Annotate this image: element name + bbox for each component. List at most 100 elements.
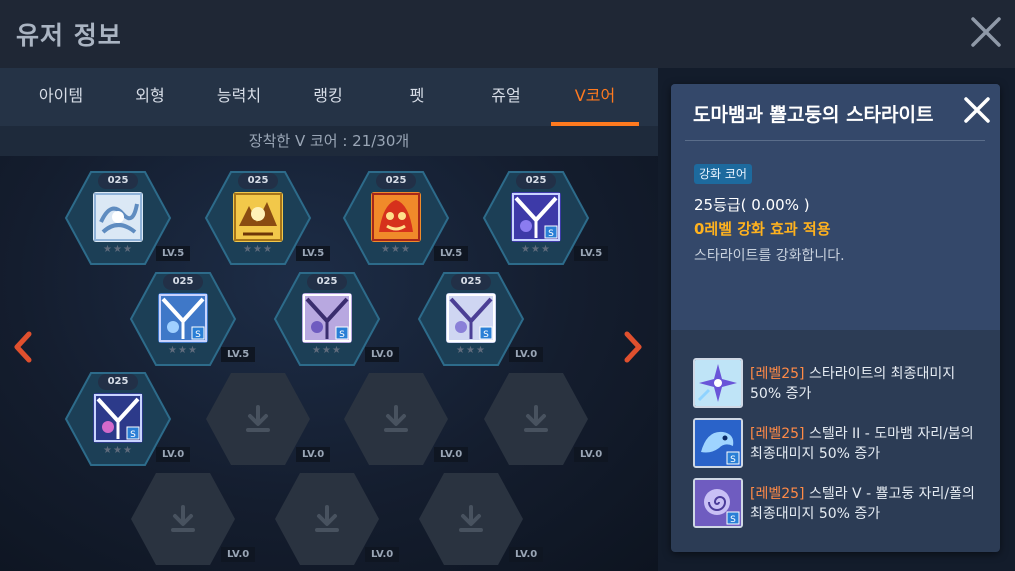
tab-v-core[interactable]: V코어 (551, 68, 639, 126)
level-badge: LV.0 (365, 347, 400, 362)
tab-bar: 아이템 외형 능력치 랭킹 펫 쥬얼 V코어 (0, 68, 658, 126)
core-slot[interactable]: 025 S ★★★ LV.0 (417, 271, 544, 367)
star-rating: ★★★ (103, 244, 133, 255)
download-icon (246, 405, 270, 432)
v-enhance-icon: S (446, 293, 496, 343)
core-slot[interactable]: 025 S ★★★ LV.0 (273, 271, 400, 367)
skill-text: [레벨25] 스타라이트의 최종대미지 50% 증가 (750, 366, 956, 402)
core-slot[interactable]: 025 ★★★ LV.5 (204, 170, 331, 266)
download-icon (384, 405, 408, 432)
svg-text:S: S (483, 330, 489, 340)
stella-lizard-icon: S (693, 418, 743, 468)
skill-level-tag: [레벨25] (750, 366, 805, 382)
download-icon (524, 405, 548, 432)
level-badge: LV.0 (156, 447, 191, 462)
level-badge: LV.0 (365, 547, 400, 562)
skill-text: [레벨25] 스텔라 V - 뾸고둥 자리/폴의 최종대미지 50% 증가 (750, 486, 975, 522)
level-badge: LV.5 (221, 347, 256, 362)
tier-badge: 025 (307, 274, 347, 290)
white-skill-icon (93, 192, 143, 242)
tab-item[interactable]: 아이템 (17, 68, 105, 126)
level-badge: LV.0 (434, 447, 469, 462)
empty-core-slot[interactable]: LV.0 (204, 371, 331, 467)
enhance-bonus: 0레벨 강화 효과 적용 (694, 220, 831, 238)
empty-core-slot[interactable]: LV.0 (342, 371, 469, 467)
skill-level-tag: [레벨25] (750, 486, 805, 502)
star-rating: ★★★ (168, 345, 198, 356)
skill-entry: [레벨25] 스타라이트의 최종대미지 50% 증가 (693, 356, 993, 410)
prev-page-arrow-icon[interactable] (10, 330, 36, 364)
level-badge: LV.0 (509, 547, 544, 562)
level-badge: LV.0 (509, 347, 544, 362)
red-skill-icon (371, 192, 421, 242)
core-slot[interactable]: 025 ★★★ LV.5 (64, 170, 191, 266)
level-badge: LV.5 (296, 246, 331, 261)
tier-badge: 025 (376, 173, 416, 189)
level-badge: LV.0 (574, 447, 609, 462)
star-rating: ★★★ (243, 244, 273, 255)
tier-badge: 025 (451, 274, 491, 290)
level-badge: LV.0 (221, 547, 256, 562)
core-grade: 25등급( 0.00% ) (694, 196, 810, 214)
v-enhance-icon: S (302, 293, 352, 343)
svg-text:S: S (548, 229, 554, 239)
empty-core-slot[interactable]: LV.0 (482, 371, 609, 467)
tab-appearance[interactable]: 외형 (106, 68, 194, 126)
star-rating: ★★★ (103, 445, 133, 456)
skill-level-tag: [레벨25] (750, 426, 805, 442)
core-slot[interactable]: 025 S ★★★ LV.5 (482, 170, 609, 266)
yellow-skill-icon (233, 192, 283, 242)
level-badge: LV.5 (156, 246, 191, 261)
level-badge: LV.5 (434, 246, 469, 261)
tab-pet[interactable]: 펫 (373, 68, 461, 126)
core-slot[interactable]: 025 S ★★★ LV.5 (129, 271, 256, 367)
tier-badge: 025 (98, 173, 138, 189)
window-title: 유저 정보 (16, 21, 122, 50)
svg-text:S: S (339, 330, 345, 340)
close-icon[interactable] (961, 94, 993, 126)
tab-ranking[interactable]: 랭킹 (284, 68, 372, 126)
skill-text: [레벨25] 스텔라 II - 도마뱀 자리/붐의 최종대미지 50% 증가 (750, 426, 974, 462)
skill-entry: S [레벨25] 스텔라 V - 뾸고둥 자리/폴의 최종대미지 50% 증가 (693, 476, 993, 530)
title-bar: 유저 정보 (0, 0, 1015, 68)
star-rating: ★★★ (456, 345, 486, 356)
svg-text:S: S (730, 515, 736, 525)
core-slot[interactable]: 025 ★★★ LV.5 (342, 170, 469, 266)
detail-title: 도마뱀과 뾸고둥의 스타라이트 (693, 104, 934, 126)
empty-core-slot[interactable]: LV.0 (273, 471, 400, 567)
equipped-count: 장착한 V 코어 : 21/30개 (0, 126, 658, 156)
skill-entry: S [레벨25] 스텔라 II - 도마뱀 자리/붐의 최종대미지 50% 증가 (693, 416, 993, 470)
core-description: 스타라이트를 강화합니다. (694, 248, 845, 264)
svg-text:S: S (195, 330, 201, 340)
tab-jewel[interactable]: 쥬얼 (462, 68, 550, 126)
empty-core-slot[interactable]: LV.0 (417, 471, 544, 567)
tier-badge: 025 (98, 374, 138, 390)
star-rating: ★★★ (312, 345, 342, 356)
star-rating: ★★★ (381, 244, 411, 255)
starlight-skill-icon (693, 358, 743, 408)
svg-text:S: S (130, 430, 136, 440)
core-detail-panel: 도마뱀과 뾸고둥의 스타라이트 강화 코어 25등급( 0.00% ) 0레벨 … (671, 84, 1000, 552)
svg-text:S: S (730, 455, 736, 465)
v-enhance-icon: S (93, 393, 143, 443)
tab-stats[interactable]: 능력치 (195, 68, 283, 126)
tier-badge: 025 (238, 173, 278, 189)
v-core-board: 장착한 V 코어 : 21/30개 025 ★★★ LV.5 025 ★★★ L… (0, 126, 658, 571)
tier-badge: 025 (163, 274, 203, 290)
divider (685, 140, 985, 141)
tier-badge: 025 (516, 173, 556, 189)
v-enhance-icon: S (158, 293, 208, 343)
download-icon (315, 505, 339, 532)
download-icon (459, 505, 483, 532)
core-type-badge: 강화 코어 (694, 164, 752, 184)
v-enhance-icon: S (511, 192, 561, 242)
empty-core-slot[interactable]: LV.0 (129, 471, 256, 567)
core-slot[interactable]: 025 S ★★★ LV.0 (64, 371, 191, 467)
star-rating: ★★★ (521, 244, 551, 255)
close-icon[interactable] (968, 14, 1004, 50)
next-page-arrow-icon[interactable] (620, 330, 646, 364)
stella-shell-icon: S (693, 478, 743, 528)
level-badge: LV.5 (574, 246, 609, 261)
download-icon (171, 505, 195, 532)
level-badge: LV.0 (296, 447, 331, 462)
